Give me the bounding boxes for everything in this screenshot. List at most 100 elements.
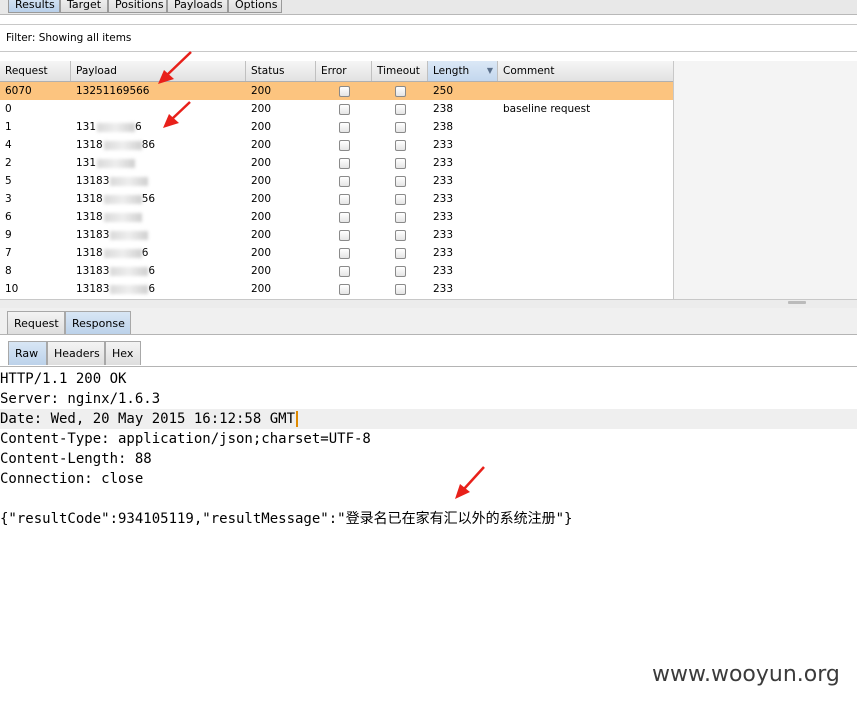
view-tabs: Raw Headers Hex (0, 338, 857, 367)
col-timeout[interactable]: Timeout (372, 61, 428, 81)
col-request[interactable]: Request (0, 61, 71, 81)
error-checkbox[interactable] (339, 194, 350, 205)
error-checkbox[interactable] (339, 122, 350, 133)
cell-length: 233 (433, 193, 454, 205)
error-checkbox[interactable] (339, 284, 350, 295)
cell-status: 200 (251, 175, 272, 187)
response-raw-text[interactable]: HTTP/1.1 200 OK Server: nginx/1.6.3 Date… (0, 369, 857, 529)
cell-length: 233 (433, 265, 454, 277)
tab-results[interactable]: Results (8, 0, 60, 13)
error-checkbox[interactable] (339, 140, 350, 151)
error-checkbox[interactable] (339, 86, 350, 97)
timeout-checkbox[interactable] (395, 86, 406, 97)
cell-request: 4 (5, 139, 12, 151)
table-row[interactable]: 9 13183 200 233 (0, 226, 673, 244)
text-caret (296, 411, 299, 427)
timeout-checkbox[interactable] (395, 176, 406, 187)
error-checkbox[interactable] (339, 158, 350, 169)
col-error[interactable]: Error (316, 61, 372, 81)
table-row[interactable]: 1 131 6 200 238 (0, 118, 673, 136)
tab-request[interactable]: Request (7, 311, 65, 334)
cell-payload: 13183 (71, 172, 246, 190)
col-status[interactable]: Status (246, 61, 316, 81)
timeout-checkbox[interactable] (395, 194, 406, 205)
table-row[interactable]: 8 13183 6 200 233 (0, 262, 673, 280)
cell-request: 7 (5, 247, 12, 259)
cell-request: 10 (5, 283, 19, 295)
payload-visible-prefix: 13251169566 (76, 85, 150, 97)
error-checkbox[interactable] (339, 266, 350, 277)
split-grip[interactable] (788, 301, 806, 304)
table-row[interactable]: 6070 13251169566 200 250 (0, 82, 673, 100)
error-checkbox[interactable] (339, 248, 350, 259)
filter-bar[interactable]: Filter: Showing all items (0, 24, 857, 52)
cell-payload: 13183 6 (71, 262, 246, 280)
timeout-checkbox[interactable] (395, 266, 406, 277)
response-connection-header: Connection: close (0, 471, 144, 487)
filter-label[interactable]: Filter: Showing all items (6, 32, 131, 44)
payload-redacted-mask (110, 266, 149, 276)
payload-redacted-mask (103, 140, 142, 150)
tab-positions[interactable]: Positions (108, 0, 167, 13)
cell-length: 233 (433, 229, 454, 241)
cell-request: 2 (5, 157, 12, 169)
payload-visible-prefix: 1318 (76, 193, 103, 205)
col-comment[interactable]: Comment (498, 61, 673, 81)
payload-redacted-mask (110, 230, 149, 240)
timeout-checkbox[interactable] (395, 284, 406, 295)
cell-comment (498, 244, 673, 262)
table-row[interactable]: 4 1318 86 200 233 (0, 136, 673, 154)
table-row[interactable]: 5 13183 200 233 (0, 172, 673, 190)
timeout-checkbox[interactable] (395, 212, 406, 223)
error-checkbox[interactable] (339, 212, 350, 223)
timeout-checkbox[interactable] (395, 122, 406, 133)
cell-length: 250 (433, 85, 454, 97)
cell-status: 200 (251, 283, 272, 295)
red-arrow-icon (163, 101, 191, 128)
cell-comment (498, 172, 673, 190)
cell-payload: 1318 6 (71, 244, 246, 262)
table-header: Request Payload Status Error Timeout Len… (0, 61, 673, 82)
payload-redacted-mask (110, 284, 149, 294)
error-checkbox[interactable] (339, 176, 350, 187)
payload-visible-prefix: 13183 (76, 283, 110, 295)
table-row[interactable]: 10 13183 6 200 233 (0, 280, 673, 298)
payload-redacted-mask (103, 212, 142, 222)
error-checkbox[interactable] (339, 230, 350, 241)
table-row[interactable]: 7 1318 6 200 233 (0, 244, 673, 262)
cell-payload: 13183 (71, 226, 246, 244)
tab-payloads[interactable]: Payloads (167, 0, 228, 13)
payload-visible-prefix: 13183 (76, 229, 110, 241)
timeout-checkbox[interactable] (395, 158, 406, 169)
cell-request: 3 (5, 193, 12, 205)
timeout-checkbox[interactable] (395, 230, 406, 241)
timeout-checkbox[interactable] (395, 140, 406, 151)
tab-raw[interactable]: Raw (8, 341, 47, 365)
error-checkbox[interactable] (339, 104, 350, 115)
payload-visible-suffix: 56 (141, 193, 156, 205)
table-row[interactable]: 3 1318 56 200 233 (0, 190, 673, 208)
cell-length: 233 (433, 283, 454, 295)
cell-comment (498, 226, 673, 244)
tab-headers[interactable]: Headers (47, 341, 105, 365)
payload-visible-suffix: 6 (148, 283, 156, 295)
cell-request: 0 (5, 103, 12, 115)
table-row[interactable]: 2 131 200 233 (0, 154, 673, 172)
timeout-checkbox[interactable] (395, 248, 406, 259)
table-row[interactable]: 0 200 238 baseline request (0, 100, 673, 118)
payload-visible-prefix: 131 (76, 121, 97, 133)
payload-visible-suffix: 86 (141, 139, 156, 151)
timeout-checkbox[interactable] (395, 104, 406, 115)
table-row[interactable]: 6 1318 200 233 (0, 208, 673, 226)
tab-target[interactable]: Target (60, 0, 108, 13)
cell-request: 6 (5, 211, 12, 223)
cell-request: 6070 (5, 85, 32, 97)
tab-options[interactable]: Options (228, 0, 282, 13)
payload-redacted-mask (97, 122, 136, 132)
col-length[interactable]: Length ▼ (428, 61, 498, 81)
tab-hex[interactable]: Hex (105, 341, 141, 365)
tab-response[interactable]: Response (65, 311, 131, 334)
cell-status: 200 (251, 85, 272, 97)
response-server-header: Server: nginx/1.6.3 (0, 391, 161, 407)
cell-comment (498, 154, 673, 172)
